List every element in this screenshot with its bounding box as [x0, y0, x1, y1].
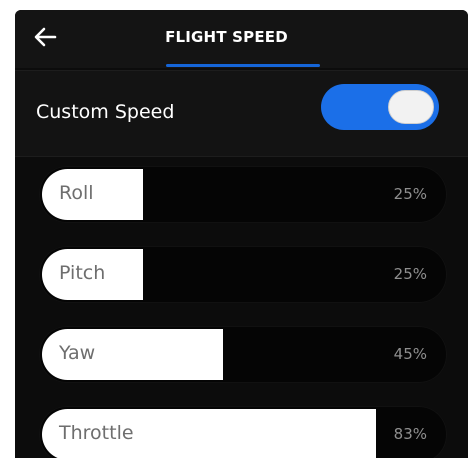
flight-speed-panel: FLIGHT SPEED Custom Speed Roll 25% Pitch…	[15, 10, 468, 458]
pitch-slider[interactable]: Pitch 25%	[39, 246, 447, 303]
yaw-slider[interactable]: Yaw 45%	[39, 326, 447, 383]
header-bar: FLIGHT SPEED	[15, 10, 468, 68]
yaw-value: 45%	[393, 345, 427, 363]
pitch-label: Pitch	[59, 262, 106, 284]
roll-value: 25%	[393, 185, 427, 203]
throttle-value: 83%	[393, 425, 427, 443]
page-title: FLIGHT SPEED	[165, 28, 288, 46]
throttle-label: Throttle	[59, 422, 134, 444]
roll-slider[interactable]: Roll 25%	[39, 166, 447, 223]
slider-row-roll: Roll 25%	[15, 157, 468, 238]
slider-row-throttle: Throttle 83%	[15, 397, 468, 458]
pitch-value: 25%	[393, 265, 427, 283]
custom-speed-label: Custom Speed	[36, 101, 175, 123]
toggle-knob	[388, 90, 434, 124]
yaw-label: Yaw	[59, 342, 96, 364]
custom-speed-row: Custom Speed	[15, 70, 468, 157]
slider-row-pitch: Pitch 25%	[15, 237, 468, 318]
throttle-slider[interactable]: Throttle 83%	[39, 406, 447, 458]
title-underline	[166, 64, 320, 67]
custom-speed-toggle[interactable]	[321, 84, 439, 130]
roll-label: Roll	[59, 182, 94, 204]
slider-row-yaw: Yaw 45%	[15, 317, 468, 398]
